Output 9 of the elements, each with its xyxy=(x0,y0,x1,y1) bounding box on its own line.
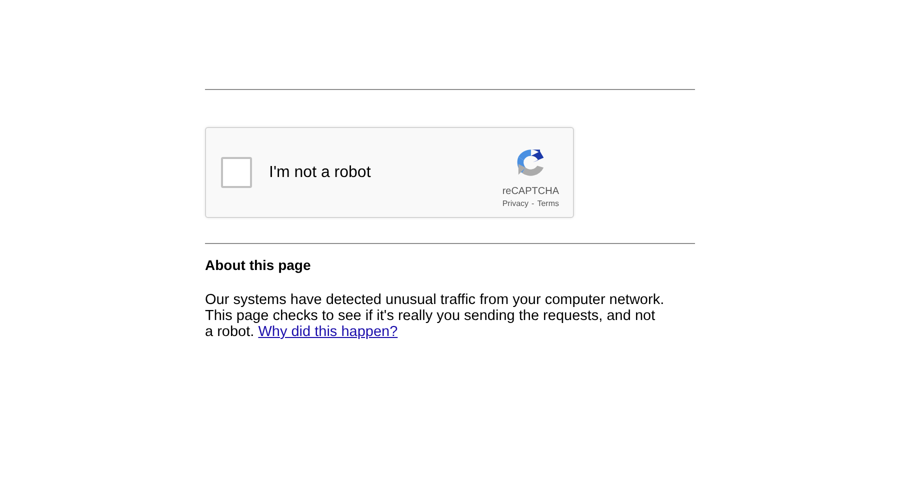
checkbox[interactable] xyxy=(221,157,252,188)
paragraph: Our systems have detected unusual traffic from your computer network. This page checks to see if it's really you sending the requests, and not a robot. Why did this happen? xyxy=(205,292,665,340)
checkbox-label: I'm not a robot xyxy=(269,164,372,182)
privacy-link[interactable]: Privacy xyxy=(502,198,529,208)
section-heading: About this page xyxy=(205,257,312,273)
link-separator: - xyxy=(532,198,534,208)
terms-link[interactable]: Terms xyxy=(537,198,559,208)
brand-name: reCAPTCHA xyxy=(502,186,559,196)
help-link[interactable]: Why did this happen? xyxy=(258,324,398,340)
